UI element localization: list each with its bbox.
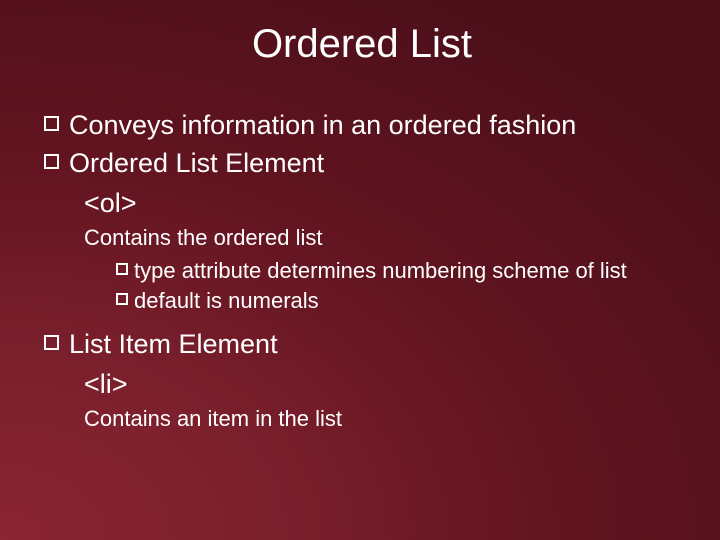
square-bullet-icon — [44, 335, 59, 350]
nested-bullet-item: default is numerals — [116, 287, 680, 316]
sub-bullet-text: <ol> — [84, 185, 680, 221]
square-bullet-icon — [44, 116, 59, 131]
sub-bullet-text: <li> — [84, 366, 680, 402]
bullet-item: List Item Element — [44, 328, 680, 362]
bullet-text: Conveys information in an ordered fashio… — [69, 109, 576, 143]
slide: Ordered List Conveys information in an o… — [0, 0, 720, 540]
square-bullet-icon — [116, 293, 128, 305]
bullet-item: Conveys information in an ordered fashio… — [44, 109, 680, 143]
bullet-text: Ordered List Element — [69, 147, 324, 181]
sub-bullet-text: Contains the ordered list — [84, 223, 680, 253]
nested-bullet-text: default is numerals — [134, 287, 319, 316]
square-bullet-icon — [44, 154, 59, 169]
slide-title: Ordered List — [44, 22, 680, 67]
nested-bullet-text: type attribute determines numbering sche… — [134, 257, 627, 286]
nested-bullet-item: type attribute determines numbering sche… — [116, 257, 680, 286]
bullet-text: List Item Element — [69, 328, 278, 362]
sub-bullet-text: Contains an item in the list — [84, 404, 680, 434]
bullet-item: Ordered List Element — [44, 147, 680, 181]
square-bullet-icon — [116, 263, 128, 275]
